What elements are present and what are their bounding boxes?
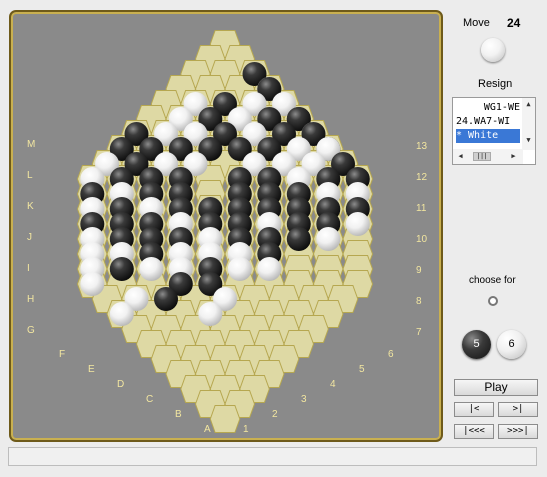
row-label: 13 — [416, 141, 428, 152]
row-label: 9 — [416, 265, 422, 276]
row-label: 7 — [416, 327, 422, 338]
list-item[interactable]: WG1-WE — [456, 101, 520, 115]
row-label: G — [27, 325, 35, 336]
scroll-thumb[interactable]: ||| — [473, 152, 491, 161]
white-stone[interactable] — [257, 257, 282, 281]
row-label: H — [27, 294, 34, 305]
black-stone[interactable] — [109, 257, 134, 281]
scroll-right-icon[interactable]: ▶ — [507, 152, 520, 160]
resign-button[interactable]: Resign — [478, 78, 512, 90]
row-label: L — [27, 170, 33, 181]
white-stone[interactable] — [316, 227, 341, 251]
game-board[interactable]: M L K J I H G 13 12 11 10 9 8 7 F E D C B A 6 5 4 3 2 1 — [11, 12, 441, 440]
row-label: 11 — [416, 203, 427, 214]
move-number: 24 — [507, 16, 521, 30]
row-label: J — [27, 232, 32, 243]
white-stone[interactable] — [139, 257, 164, 281]
board-frame: M L K J I H G 13 12 11 10 9 8 7 F E D C B A 6 5 4 3 2 1 — [9, 10, 443, 442]
forward-button[interactable]: >| — [498, 402, 538, 417]
black-stone[interactable] — [286, 227, 311, 251]
white-stone[interactable] — [198, 302, 223, 326]
white-stone[interactable] — [80, 272, 105, 296]
first-move-button[interactable]: |<<< — [454, 424, 494, 439]
column-label: B — [175, 409, 182, 420]
column-label: E — [88, 364, 95, 375]
status-bar — [8, 447, 537, 466]
last-move-button[interactable]: >>>| — [498, 424, 538, 439]
black-piece-count[interactable]: 5 — [462, 330, 491, 359]
white-stone[interactable] — [345, 212, 370, 236]
row-label: 10 — [416, 234, 428, 245]
column-label: 5 — [359, 364, 365, 375]
column-label: 3 — [301, 394, 307, 405]
white-stone[interactable] — [227, 257, 252, 281]
column-label: 1 — [243, 424, 249, 435]
scroll-left-icon[interactable]: ◀ — [454, 152, 467, 160]
vertical-scrollbar[interactable]: ▲ ▼ — [522, 98, 535, 150]
choose-for-radio[interactable] — [488, 296, 498, 306]
back-button[interactable]: |< — [454, 402, 494, 417]
turn-stone-white — [481, 38, 505, 62]
column-label: 6 — [388, 349, 394, 360]
white-piece-count[interactable]: 6 — [497, 330, 526, 359]
column-label: 2 — [272, 409, 278, 420]
black-stone[interactable] — [154, 287, 178, 311]
list-item[interactable]: 24.WA7-WI — [456, 115, 520, 129]
board-cell[interactable] — [209, 405, 241, 433]
white-stone[interactable] — [109, 302, 134, 326]
scroll-up-icon[interactable]: ▲ — [522, 100, 535, 108]
row-label: I — [27, 263, 30, 274]
column-label: F — [59, 349, 65, 360]
choose-for-label: choose for — [469, 275, 516, 286]
scroll-down-icon[interactable]: ▼ — [522, 136, 535, 144]
column-label: 4 — [330, 379, 336, 390]
row-label: K — [27, 201, 34, 212]
column-label: A — [204, 424, 211, 435]
row-label: 8 — [416, 296, 422, 307]
move-list[interactable]: WG1-WE 24.WA7-WI * White ▲ ▼ ◀ ||| ▶ — [452, 97, 536, 165]
play-button[interactable]: Play — [454, 379, 538, 396]
column-label: D — [117, 379, 124, 390]
horizontal-scrollbar[interactable]: ◀ ||| ▶ — [453, 149, 523, 164]
column-label: C — [146, 394, 153, 405]
row-label: 12 — [416, 172, 428, 183]
move-label: Move — [463, 17, 490, 29]
list-item-selected[interactable]: * White — [456, 129, 520, 143]
row-label: M — [27, 139, 35, 150]
